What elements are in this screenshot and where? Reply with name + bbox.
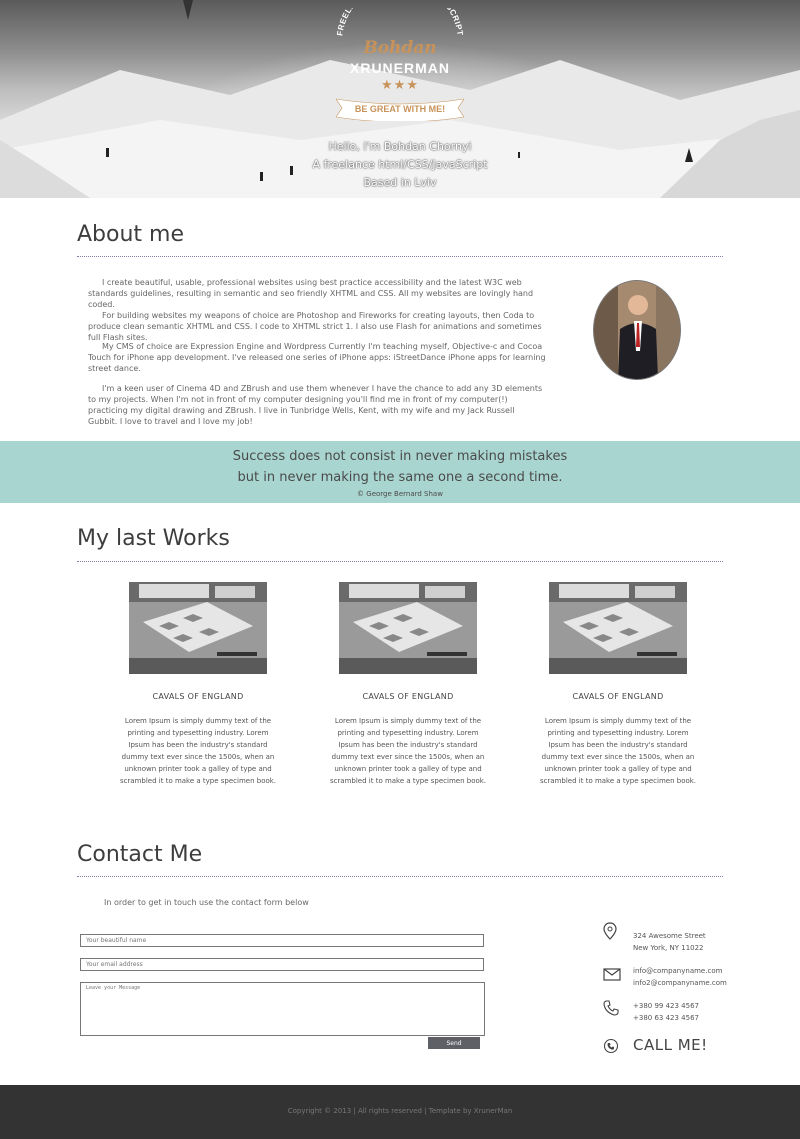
phone-number-1[interactable]: +380 99 423 4567 xyxy=(633,1000,699,1012)
contact-title: Contact Me xyxy=(77,842,203,867)
about-title: About me xyxy=(77,222,185,247)
work-description: Lorem Ipsum is simply dummy text of the … xyxy=(119,717,277,785)
work-title[interactable]: CAVALS OF ENGLAND xyxy=(129,692,267,701)
about-paragraph: I'm a keen user of Cinema 4D and ZBrush … xyxy=(88,384,543,426)
phone-icon xyxy=(603,1000,619,1016)
work-title[interactable]: CAVALS OF ENGLAND xyxy=(549,692,687,701)
address-line-1: 324 Awesome Street xyxy=(633,932,706,940)
call-me-link[interactable]: CALL ME! xyxy=(633,1036,708,1054)
work-description: Lorem Ipsum is simply dummy text of the … xyxy=(329,717,487,785)
email-field[interactable] xyxy=(80,958,484,971)
badge-stars-icon: ★★★ xyxy=(381,78,419,93)
badge-first-name: Bohdan xyxy=(363,38,437,58)
map-pin-icon xyxy=(603,922,617,940)
hero-greeting: Hello, I'm Bohdan Chornyi xyxy=(328,140,472,153)
hero-banner: FREELANCE HTML - CSS - JAVASCRIPT Bohdan… xyxy=(0,0,800,198)
about-divider xyxy=(77,256,723,257)
quote-line-2: but in never making the same one a secon… xyxy=(237,470,563,485)
about-paragraph: I create beautiful, usable, professional… xyxy=(88,278,534,309)
work-card[interactable]: CAVALS OF ENGLAND Lorem Ipsum is simply … xyxy=(120,582,276,785)
work-thumbnail[interactable] xyxy=(129,582,267,674)
work-description: Lorem Ipsum is simply dummy text of the … xyxy=(539,717,697,785)
envelope-icon xyxy=(603,968,621,981)
name-field[interactable] xyxy=(80,934,484,947)
svg-text:FREELANCE HTML - CSS - JAVASCR: FREELANCE HTML - CSS - JAVASCRIPT xyxy=(335,8,464,36)
badge-ribbon-text: BE GREAT WITH ME! xyxy=(354,104,446,114)
email-link-2[interactable]: info2@companyname.com xyxy=(633,977,727,989)
phone-number-2[interactable]: +380 63 423 4567 xyxy=(633,1012,699,1024)
quote-line-1: Success does not consist in never making… xyxy=(232,449,568,464)
about-paragraph: For building websites my weapons of choi… xyxy=(88,311,542,342)
footer: Copyright © 2013 | All rights reserved |… xyxy=(0,1085,800,1139)
avatar xyxy=(593,280,681,380)
work-title[interactable]: CAVALS OF ENGLAND xyxy=(339,692,477,701)
quote-author: © George Bernard Shaw xyxy=(357,490,443,498)
hero-role: A freelance html/CSS/JavaScript xyxy=(312,158,488,171)
works-title: My last Works xyxy=(77,526,230,551)
work-thumbnail[interactable] xyxy=(339,582,477,674)
profile-photo xyxy=(594,281,680,379)
contact-intro: In order to get in touch use the contact… xyxy=(104,898,309,907)
works-divider xyxy=(77,561,723,562)
badge-last-name: XRUNERMAN xyxy=(350,60,450,76)
logo-badge: FREELANCE HTML - CSS - JAVASCRIPT Bohdan… xyxy=(328,8,472,130)
work-thumbnail[interactable] xyxy=(549,582,687,674)
message-field[interactable] xyxy=(80,982,485,1036)
contact-divider xyxy=(77,876,723,877)
footer-copyright: Copyright © 2013 | All rights reserved |… xyxy=(287,1107,513,1115)
address-line-2: New York, NY 11022 xyxy=(633,944,704,952)
about-paragraph: My CMS of choice are Expression Engine a… xyxy=(88,342,546,373)
call-icon xyxy=(603,1038,619,1054)
work-card[interactable]: CAVALS OF ENGLAND Lorem Ipsum is simply … xyxy=(540,582,696,785)
quote-band: Success does not consist in never making… xyxy=(0,441,800,503)
hero-location: Based in Lviv xyxy=(363,176,437,189)
work-card[interactable]: CAVALS OF ENGLAND Lorem Ipsum is simply … xyxy=(330,582,486,785)
email-link-1[interactable]: info@companyname.com xyxy=(633,965,722,977)
send-message-button[interactable]: Send Message xyxy=(428,1037,480,1059)
